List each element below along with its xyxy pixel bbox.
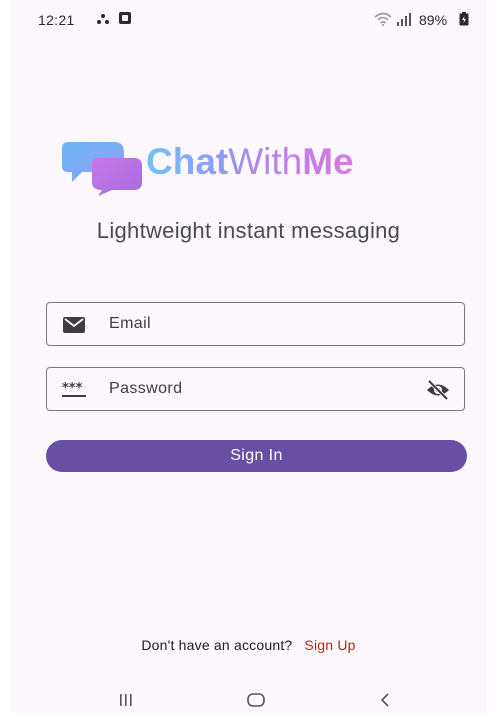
signal-icon [397,13,411,26]
sign-up-link[interactable]: Sign Up [304,637,355,653]
password-field[interactable]: *** [46,367,465,411]
logo-text-with: With [228,141,303,182]
battery-icon [459,12,469,26]
wifi-icon [374,12,392,26]
visibility-off-icon[interactable] [426,379,450,401]
logo-chat-bubbles-icon [62,142,142,196]
gallery-icon [119,12,131,24]
password-icon: *** [62,381,86,397]
signup-prompt: Don't have an account? [141,637,293,653]
password-input[interactable] [109,368,399,410]
tagline: Lightweight instant messaging [96,218,401,243]
home-icon[interactable] [246,692,266,708]
email-input[interactable] [109,303,399,345]
signup-row: Don't have an account? Sign Up [10,637,487,653]
logo-wordmark: ChatWithMe [146,138,354,186]
status-time: 12:21 [38,12,75,28]
back-icon[interactable] [378,692,392,708]
status-bar: 12:21 89% [10,0,487,40]
logo-text-me: Me [302,141,354,182]
notification-icon [97,14,109,24]
logo-text-chat: Chat [146,141,229,182]
mail-icon [63,317,85,333]
email-field[interactable] [46,302,465,346]
sign-in-button[interactable]: Sign In [46,440,467,472]
recents-icon[interactable] [116,692,136,708]
battery-percent: 89% [419,12,448,28]
login-screen: 12:21 89% ChatWithMe Lightweight instant… [10,0,487,713]
svg-text:***: *** [62,381,83,396]
